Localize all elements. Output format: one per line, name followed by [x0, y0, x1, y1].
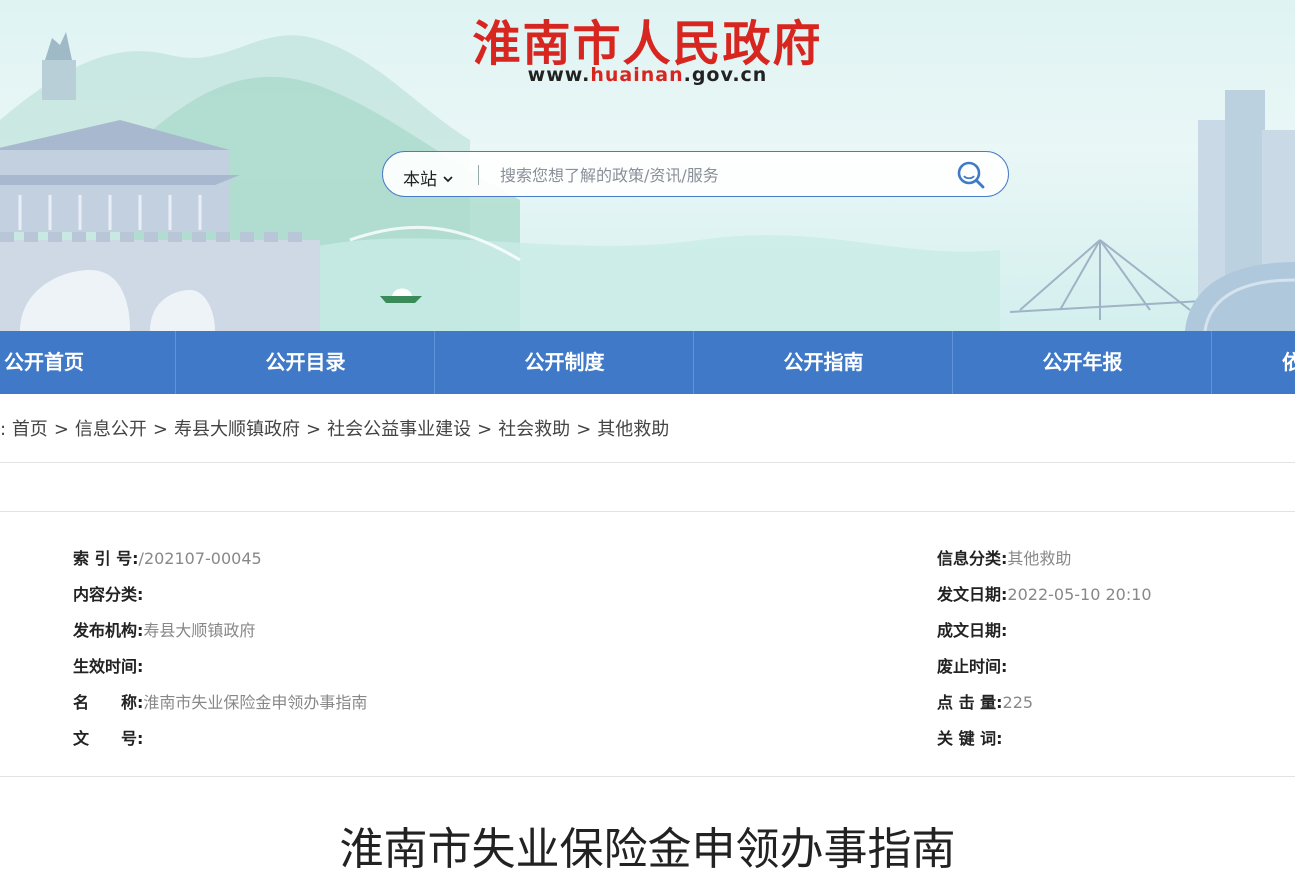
meta-value: /202107-00045	[138, 549, 262, 568]
meta-value: 2022-05-10 20:10	[1007, 585, 1152, 604]
breadcrumb-item[interactable]: 首页	[12, 419, 48, 440]
breadcrumb-separator: >	[152, 419, 168, 440]
nav-divider	[1211, 331, 1212, 394]
breadcrumb-item[interactable]: 社会救助	[498, 419, 570, 440]
meta-row-name: 名 称:淮南市失业保险金申领办事指南	[73, 689, 367, 713]
meta-row-keywords: 关 键 词:	[937, 725, 1003, 749]
meta-row-doc-number: 文 号:	[73, 725, 143, 749]
article-title: 淮南市失业保险金申领办事指南	[339, 824, 956, 875]
meta-value: 淮南市失业保险金申领办事指南	[143, 693, 368, 712]
meta-label: 内容分类:	[73, 585, 144, 604]
meta-row-info-category: 信息分类:其他救助	[937, 545, 1071, 569]
search-icon	[957, 161, 985, 189]
breadcrumb-separator: >	[53, 419, 69, 440]
nav-item-annual-report[interactable]: 公开年报	[953, 331, 1212, 394]
meta-label: 成文日期:	[937, 621, 1008, 640]
breadcrumb-separator: >	[576, 419, 592, 440]
search-input[interactable]	[498, 160, 932, 190]
nav-item-catalog[interactable]: 公开目录	[176, 331, 435, 394]
breadcrumb-lead: :	[0, 419, 7, 440]
divider	[0, 776, 1295, 777]
breadcrumb-item[interactable]: 信息公开	[75, 419, 147, 440]
nav-item-guide[interactable]: 公开指南	[694, 331, 953, 394]
meta-label: 索 引 号:	[73, 549, 139, 568]
search-scope-select[interactable]: 本站	[403, 165, 453, 190]
meta-label: 发文日期:	[937, 585, 1008, 604]
url-prefix: www.	[527, 64, 591, 86]
search-button[interactable]	[956, 160, 986, 190]
meta-label: 名 称:	[73, 693, 144, 712]
url-suffix: .gov.cn	[683, 64, 768, 86]
nav-item-system[interactable]: 公开制度	[435, 331, 694, 394]
meta-row-written-date: 成文日期:	[937, 617, 1007, 641]
meta-label: 废止时间:	[937, 657, 1008, 676]
header-banner: 淮南市人民政府 www.huainan.gov.cn 本站	[0, 0, 1295, 331]
search-divider	[478, 165, 479, 185]
divider	[0, 511, 1295, 512]
meta-row-effective-date: 生效时间:	[73, 653, 143, 677]
meta-label: 信息分类:	[937, 549, 1008, 568]
meta-row-publisher: 发布机构:寿县大顺镇政府	[73, 617, 255, 641]
url-highlight: huainan	[590, 64, 684, 86]
meta-value: 225	[1002, 693, 1034, 712]
meta-value: 其他救助	[1007, 549, 1072, 568]
breadcrumb-separator: >	[477, 419, 493, 440]
breadcrumb-item[interactable]: 寿县大顺镇政府	[174, 419, 300, 440]
breadcrumb-separator: >	[306, 419, 322, 440]
search-bar: 本站	[382, 151, 1009, 197]
meta-label: 点 击 量:	[937, 693, 1003, 712]
divider	[0, 462, 1295, 463]
nav-item-apply[interactable]: 依	[1282, 331, 1295, 394]
meta-row-view-count: 点 击 量:225	[937, 689, 1033, 713]
breadcrumb-item[interactable]: 社会公益事业建设	[327, 419, 471, 440]
search-scope-label: 本站	[403, 170, 437, 190]
chevron-down-icon	[443, 168, 453, 188]
meta-row-publish-date: 发文日期:2022-05-10 20:10	[937, 581, 1152, 605]
meta-row-index: 索 引 号:/202107-00045	[73, 545, 262, 569]
nav-item-home[interactable]: 公开首页	[0, 331, 96, 394]
breadcrumb-item[interactable]: 其他救助	[597, 419, 669, 440]
meta-label: 发布机构:	[73, 621, 144, 640]
breadcrumb: : 首页 > 信息公开 > 寿县大顺镇政府 > 社会公益事业建设 > 社会救助 > 其他救助	[0, 415, 669, 441]
meta-row-expiry-date: 废止时间:	[937, 653, 1007, 677]
meta-label: 生效时间:	[73, 657, 144, 676]
main-nav: 公开首页 公开目录 公开制度 公开指南 公开年报 依	[0, 331, 1295, 394]
meta-label: 关 键 词:	[937, 729, 1003, 748]
meta-value: 寿县大顺镇政府	[143, 621, 256, 640]
site-url: www.huainan.gov.cn	[0, 64, 1295, 86]
meta-row-content-category: 内容分类:	[73, 581, 143, 605]
meta-label: 文 号:	[73, 729, 144, 748]
